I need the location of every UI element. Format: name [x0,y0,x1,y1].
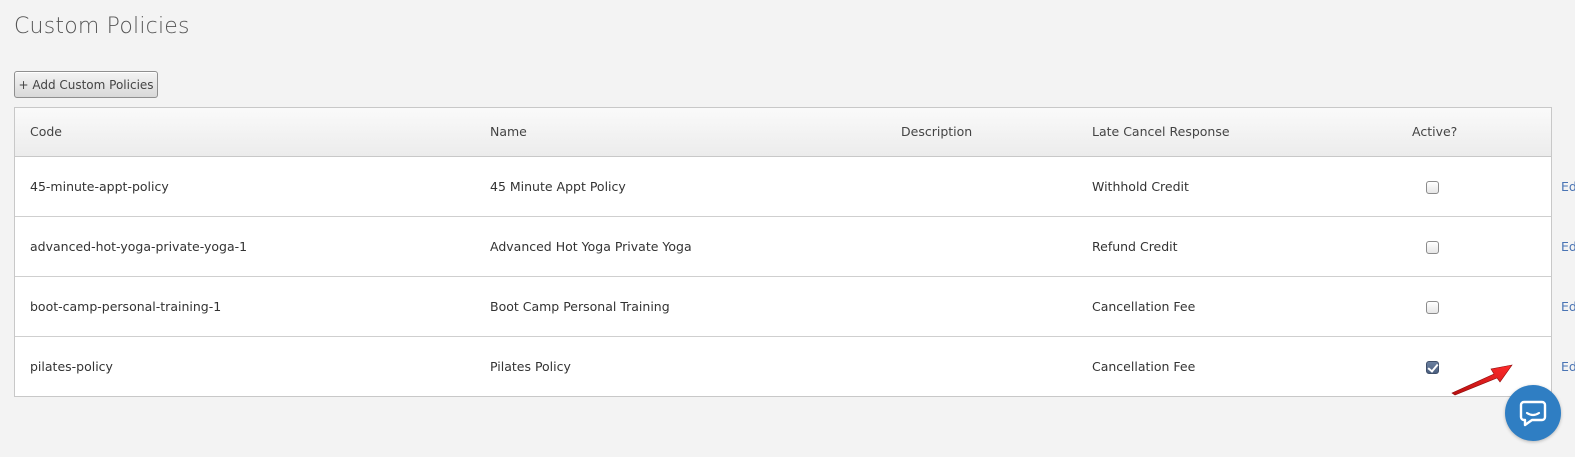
cell-code: boot-camp-personal-training-1 [15,275,475,336]
cell-description [886,156,1077,216]
cell-late-cancel-response: Withhold Credit [1092,178,1189,194]
table-header-row: Code Name Description Late Cancel Respon… [15,108,1551,157]
header-late-cancel-response: Late Cancel Response [1077,108,1397,157]
cell-name: Advanced Hot Yoga Private Yoga [475,215,886,276]
cell-active [1397,275,1546,336]
cell-late-cancel-response: Refund Credit [1077,215,1397,276]
cell-name: Pilates Policy [475,335,886,396]
header-description: Description [886,108,1077,157]
cell-name: 45 Minute Appt Policy [490,178,626,194]
add-custom-policies-button[interactable]: + Add Custom Policies [14,71,158,98]
header-code: Code [15,108,475,157]
cell-description [886,215,1077,276]
table-row: 45-minute-appt-policy 45 Minute Appt Pol… [15,156,1575,216]
cell-late-cancel-response: Cancellation Fee [1077,275,1397,336]
cell-code: 45-minute-appt-policy [30,178,169,194]
edit-link[interactable]: Edit [1561,239,1575,254]
cell-late-cancel-response: Cancellation Fee [1077,335,1397,396]
active-checkbox[interactable] [1426,240,1439,254]
active-checkbox[interactable] [1426,300,1439,314]
chat-bubble-icon [1519,400,1547,427]
cell-description [886,335,1077,396]
table-row: pilates-policy Pilates Policy Cancellati… [15,335,1575,396]
cell-active [1397,156,1546,216]
table-row: advanced-hot-yoga-private-yoga-1 Advance… [15,215,1575,276]
edit-link[interactable]: Edit [1561,359,1575,374]
edit-link[interactable]: Edit [1561,299,1575,314]
cell-edit: Edit [1546,215,1575,276]
cell-active [1397,215,1546,276]
edit-link[interactable]: Edit [1561,179,1575,194]
header-actions [1546,108,1551,157]
cell-name: Boot Camp Personal Training [475,275,886,336]
cell-edit: Edit [1546,156,1575,216]
cell-code: advanced-hot-yoga-private-yoga-1 [15,215,475,276]
cell-edit: Edit [1546,335,1575,396]
page-title: Custom Policies [14,14,190,39]
header-name: Name [475,108,886,157]
active-checkbox[interactable] [1426,360,1439,374]
annotation-arrow-icon [1451,364,1513,396]
chat-button[interactable] [1505,385,1561,441]
cell-code: pilates-policy [15,335,475,396]
cell-edit: Edit [1546,275,1575,336]
active-checkbox[interactable] [1426,180,1439,194]
custom-policies-table: Code Name Description Late Cancel Respon… [14,107,1575,397]
cell-description [886,275,1077,336]
table-row: boot-camp-personal-training-1 Boot Camp … [15,275,1575,336]
header-active: Active? [1397,108,1546,157]
